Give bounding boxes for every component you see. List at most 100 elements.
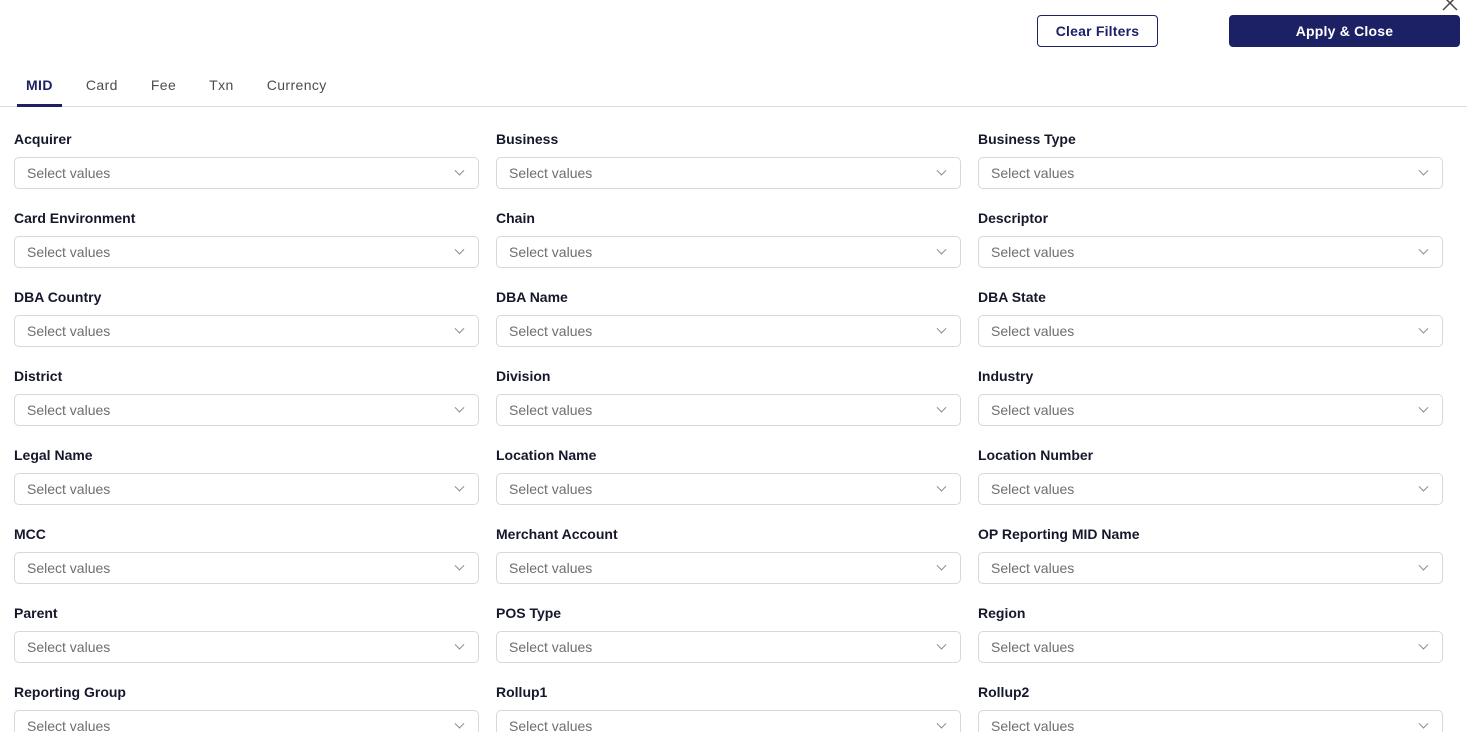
filter-modal-header: Clear Filters Apply & Close xyxy=(0,0,1467,62)
filter-label: Rollup1 xyxy=(496,684,548,700)
filter-field-business-type: Business Type Select values xyxy=(978,131,1443,189)
clear-filters-button[interactable]: Clear Filters xyxy=(1037,15,1158,47)
filter-label: Location Number xyxy=(978,447,1094,463)
chevron-down-icon xyxy=(454,165,465,176)
filter-grid: Acquirer Select values Business Select valu… xyxy=(0,107,1467,732)
merchant-account-select[interactable]: Select values xyxy=(496,552,961,584)
region-select[interactable]: Select values xyxy=(978,631,1443,663)
filter-field-location-name: Location Name Select values xyxy=(496,447,961,505)
chevron-down-icon xyxy=(1418,402,1429,413)
dba-name-select[interactable]: Select values xyxy=(496,315,961,347)
apply-close-button[interactable]: Apply & Close xyxy=(1229,15,1460,47)
select-placeholder: Select values xyxy=(509,560,593,576)
filter-label: Descriptor xyxy=(978,210,1049,226)
industry-select[interactable]: Select values xyxy=(978,394,1443,426)
filter-field-merchant-account: Merchant Account Select values xyxy=(496,526,961,584)
reporting-group-select[interactable]: Select values xyxy=(14,710,479,732)
chevron-down-icon xyxy=(454,402,465,413)
filter-field-dba-country: DBA Country Select values xyxy=(14,289,479,347)
select-placeholder: Select values xyxy=(991,639,1075,655)
filter-field-division: Division Select values xyxy=(496,368,961,426)
tab-mid[interactable]: MID xyxy=(17,77,62,107)
select-placeholder: Select values xyxy=(991,323,1075,339)
tab-txn[interactable]: Txn xyxy=(200,77,243,107)
chevron-down-icon xyxy=(454,323,465,334)
close-icon[interactable] xyxy=(1440,0,1460,13)
filter-field-business: Business Select values xyxy=(496,131,961,189)
tab-currency[interactable]: Currency xyxy=(258,77,336,107)
pos-type-select[interactable]: Select values xyxy=(496,631,961,663)
tab-card[interactable]: Card xyxy=(77,77,127,107)
filter-field-op-reporting-mid-name: OP Reporting MID Name Select values xyxy=(978,526,1443,584)
chevron-down-icon xyxy=(936,481,947,492)
chain-select[interactable]: Select values xyxy=(496,236,961,268)
select-placeholder: Select values xyxy=(991,560,1075,576)
filter-field-descriptor: Descriptor Select values xyxy=(978,210,1443,268)
location-name-select[interactable]: Select values xyxy=(496,473,961,505)
dba-country-select[interactable]: Select values xyxy=(14,315,479,347)
select-placeholder: Select values xyxy=(991,718,1075,732)
chevron-down-icon xyxy=(1418,718,1429,729)
acquirer-select[interactable]: Select values xyxy=(14,157,479,189)
select-placeholder: Select values xyxy=(509,639,593,655)
chevron-down-icon xyxy=(936,560,947,571)
select-placeholder: Select values xyxy=(991,244,1075,260)
chevron-down-icon xyxy=(936,718,947,729)
chevron-down-icon xyxy=(454,639,465,650)
select-placeholder: Select values xyxy=(991,402,1075,418)
mcc-select[interactable]: Select values xyxy=(14,552,479,584)
select-placeholder: Select values xyxy=(509,323,593,339)
filter-label: Business Type xyxy=(978,131,1076,147)
chevron-down-icon xyxy=(936,402,947,413)
district-select[interactable]: Select values xyxy=(14,394,479,426)
descriptor-select[interactable]: Select values xyxy=(978,236,1443,268)
business-type-select[interactable]: Select values xyxy=(978,157,1443,189)
filter-field-dba-state: DBA State Select values xyxy=(978,289,1443,347)
rollup2-select[interactable]: Select values xyxy=(978,710,1443,732)
filter-label: District xyxy=(14,368,63,384)
select-placeholder: Select values xyxy=(27,165,111,181)
location-number-select[interactable]: Select values xyxy=(978,473,1443,505)
chevron-down-icon xyxy=(454,481,465,492)
select-placeholder: Select values xyxy=(27,718,111,732)
chevron-down-icon xyxy=(1418,323,1429,334)
filter-label: MCC xyxy=(14,526,46,542)
dba-state-select[interactable]: Select values xyxy=(978,315,1443,347)
select-placeholder: Select values xyxy=(991,165,1075,181)
filter-label: Merchant Account xyxy=(496,526,618,542)
filter-label: Location Name xyxy=(496,447,597,463)
select-placeholder: Select values xyxy=(27,244,111,260)
tab-fee[interactable]: Fee xyxy=(142,77,185,107)
filter-label: Rollup2 xyxy=(978,684,1030,700)
filter-label: Card Environment xyxy=(14,210,136,226)
filter-label: Chain xyxy=(496,210,535,226)
filter-label: DBA Country xyxy=(14,289,102,305)
filter-field-chain: Chain Select values xyxy=(496,210,961,268)
filter-tab-bar: MID Card Fee Txn Currency xyxy=(0,62,1467,107)
select-placeholder: Select values xyxy=(27,323,111,339)
filter-field-industry: Industry Select values xyxy=(978,368,1443,426)
chevron-down-icon xyxy=(1418,481,1429,492)
filter-field-reporting-group: Reporting Group Select values xyxy=(14,684,479,732)
legal-name-select[interactable]: Select values xyxy=(14,473,479,505)
business-select[interactable]: Select values xyxy=(496,157,961,189)
op-reporting-mid-name-select[interactable]: Select values xyxy=(978,552,1443,584)
card-environment-select[interactable]: Select values xyxy=(14,236,479,268)
filter-field-dba-name: DBA Name Select values xyxy=(496,289,961,347)
chevron-down-icon xyxy=(936,639,947,650)
select-placeholder: Select values xyxy=(991,481,1075,497)
select-placeholder: Select values xyxy=(509,481,593,497)
chevron-down-icon xyxy=(936,165,947,176)
chevron-down-icon xyxy=(454,718,465,729)
rollup1-select[interactable]: Select values xyxy=(496,710,961,732)
filter-field-region: Region Select values xyxy=(978,605,1443,663)
filter-label: Division xyxy=(496,368,551,384)
filter-field-parent: Parent Select values xyxy=(14,605,479,663)
filter-label: OP Reporting MID Name xyxy=(978,526,1140,542)
chevron-down-icon xyxy=(454,560,465,571)
filter-label: Legal Name xyxy=(14,447,93,463)
chevron-down-icon xyxy=(936,244,947,255)
select-placeholder: Select values xyxy=(509,718,593,732)
division-select[interactable]: Select values xyxy=(496,394,961,426)
parent-select[interactable]: Select values xyxy=(14,631,479,663)
